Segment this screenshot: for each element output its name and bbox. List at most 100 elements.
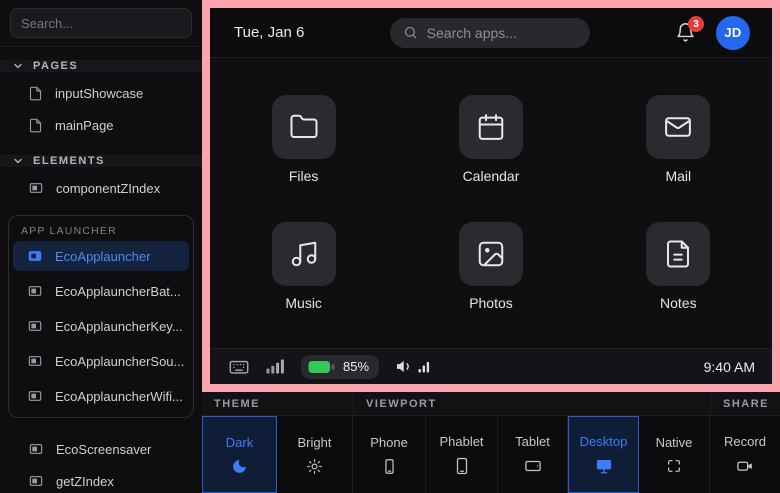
app-files[interactable]: Files (271, 95, 336, 185)
share-group-header: SHARE (710, 392, 780, 415)
date-label: Tue, Jan 6 (234, 24, 305, 41)
notifications-button[interactable]: 3 (675, 16, 704, 43)
notification-badge: 3 (687, 16, 704, 32)
sidebar-item-label: mainPage (55, 117, 114, 133)
app-label: Photos (469, 294, 513, 311)
component-icon (28, 441, 44, 457)
button-label: Tablet (515, 434, 550, 449)
volume-cluster[interactable] (395, 357, 430, 376)
button-label: Native (655, 435, 693, 450)
app-search-field[interactable]: Search apps... (389, 17, 590, 48)
sidebar-search-wrap (0, 0, 202, 47)
sidebar-item-label: componentZIndex (56, 180, 161, 196)
sidebar-item-ecoapplauncherwifi[interactable]: EcoApplauncherWifi... (13, 381, 189, 411)
sidebar-item-label: EcoApplauncherBat... (55, 283, 181, 299)
battery-indicator: 85% (301, 354, 380, 379)
sidebar-item-label: EcoApplauncher (55, 248, 151, 264)
viewport-phablet-button[interactable]: Phablet (426, 416, 498, 493)
sidebar-item-ecoapplauncherbat[interactable]: EcoApplauncherBat... (13, 276, 189, 306)
toolbar-buttons: Dark Bright Phone Phablet Tablet Desktop… (202, 416, 780, 493)
button-label: Phone (370, 434, 408, 450)
theme-group-header: THEME (214, 397, 260, 410)
sidebar: PAGES inputShowcase mainPage ELEMENTS (0, 0, 202, 493)
sidebar-tail-items: EcoScreensaver getZIndex (0, 428, 202, 493)
app-tile (458, 221, 523, 286)
photos-icon (476, 239, 506, 269)
chevron-down-icon (12, 60, 24, 72)
sidebar-search-input[interactable] (10, 8, 192, 38)
viewport-desktop-button[interactable]: Desktop (568, 416, 639, 493)
sidebar-item-ecoscreensaver[interactable]: EcoScreensaver (0, 434, 202, 464)
viewport-group-header: VIEWPORT (353, 392, 710, 415)
section-label: PAGES (33, 60, 79, 72)
app-music[interactable]: Music (271, 221, 336, 311)
tablet-icon (524, 457, 542, 475)
keyboard-icon[interactable] (228, 356, 250, 378)
preview-stage: Tue, Jan 6 Search apps... 3 JD Files Cal… (202, 0, 780, 392)
app-mail[interactable]: Mail (646, 95, 711, 184)
app-tile (271, 95, 336, 160)
chevron-down-icon (12, 155, 24, 167)
sidebar-section-pages[interactable]: PAGES (0, 60, 202, 72)
sidebar-item-mainpage[interactable]: mainPage (0, 110, 202, 140)
preview-column: Tue, Jan 6 Search apps... 3 JD Files Cal… (202, 0, 780, 493)
app-tile (271, 221, 336, 286)
app-launcher-group: APP LAUNCHER EcoApplauncher EcoApplaunch… (8, 215, 194, 418)
page-icon (28, 118, 43, 133)
viewport-tablet-button[interactable]: Tablet (498, 416, 568, 493)
viewport-native-button[interactable]: Native (639, 416, 710, 493)
sidebar-item-ecoapplauncherkey[interactable]: EcoApplauncherKey... (13, 311, 189, 341)
volume-icon (395, 357, 414, 376)
app-notes[interactable]: Notes (646, 221, 711, 311)
notes-icon (663, 239, 693, 269)
clock: 9:40 AM (703, 358, 755, 375)
app-calendar[interactable]: Calendar (458, 95, 523, 185)
component-icon (28, 473, 44, 489)
sidebar-item-getzindex[interactable]: getZIndex (0, 466, 202, 493)
button-label: Phablet (439, 434, 484, 449)
record-video-icon (736, 457, 754, 475)
moon-icon (231, 458, 248, 475)
cellular-signal-icon (266, 359, 285, 374)
sidebar-item-label: inputShowcase (55, 85, 144, 101)
component-icon (27, 318, 43, 334)
folder-icon (289, 112, 319, 142)
group-label: APP LAUNCHER (21, 225, 117, 237)
theme-dark-button[interactable]: Dark (202, 416, 277, 493)
app-label: Calendar (462, 168, 520, 185)
theme-bright-button[interactable]: Bright (277, 416, 353, 493)
component-icon (28, 180, 44, 196)
sidebar-item-label: EcoApplauncherWifi... (55, 388, 183, 404)
elements-items: componentZIndex (0, 167, 202, 205)
sidebar-item-inputshowcase[interactable]: inputShowcase (0, 78, 202, 108)
sidebar-item-componentzindex[interactable]: componentZIndex (0, 173, 202, 203)
sidebar-section-elements[interactable]: ELEMENTS (0, 155, 202, 167)
component-icon (27, 353, 43, 369)
button-label: Dark (225, 434, 254, 450)
button-label: Desktop (579, 434, 628, 449)
music-icon (289, 239, 319, 269)
app-root: PAGES inputShowcase mainPage ELEMENTS (0, 0, 780, 493)
sidebar-item-label: EcoApplauncherSou... (55, 353, 185, 369)
avatar[interactable]: JD (715, 15, 750, 50)
app-photos[interactable]: Photos (458, 221, 523, 311)
pages-items: inputShowcase mainPage (0, 72, 202, 142)
app-label: Notes (660, 294, 697, 311)
app-label: Files (288, 168, 319, 185)
phone-icon (381, 458, 398, 475)
button-label: Bright (297, 434, 332, 450)
sidebar-item-label: EcoApplauncherKey... (55, 318, 183, 334)
sidebar-item-label: EcoScreensaver (56, 441, 152, 457)
section-label: ELEMENTS (33, 155, 105, 167)
calendar-icon (476, 112, 506, 142)
toolbar-headers: THEME VIEWPORT SHARE (202, 392, 780, 416)
share-record-button[interactable]: Record (710, 416, 780, 493)
viewport-phone-button[interactable]: Phone (353, 416, 426, 493)
app-tile (458, 95, 523, 160)
launcher-statusbar: 85% 9:40 AM (210, 348, 772, 384)
launcher-topbar: Tue, Jan 6 Search apps... 3 JD (210, 8, 772, 58)
sidebar-item-ecoapplaunchersou[interactable]: EcoApplauncherSou... (13, 346, 189, 376)
app-tile (646, 95, 711, 160)
sidebar-item-ecoapplauncher[interactable]: EcoApplauncher (13, 241, 189, 271)
topbar-right-cluster: 3 JD (675, 15, 750, 50)
